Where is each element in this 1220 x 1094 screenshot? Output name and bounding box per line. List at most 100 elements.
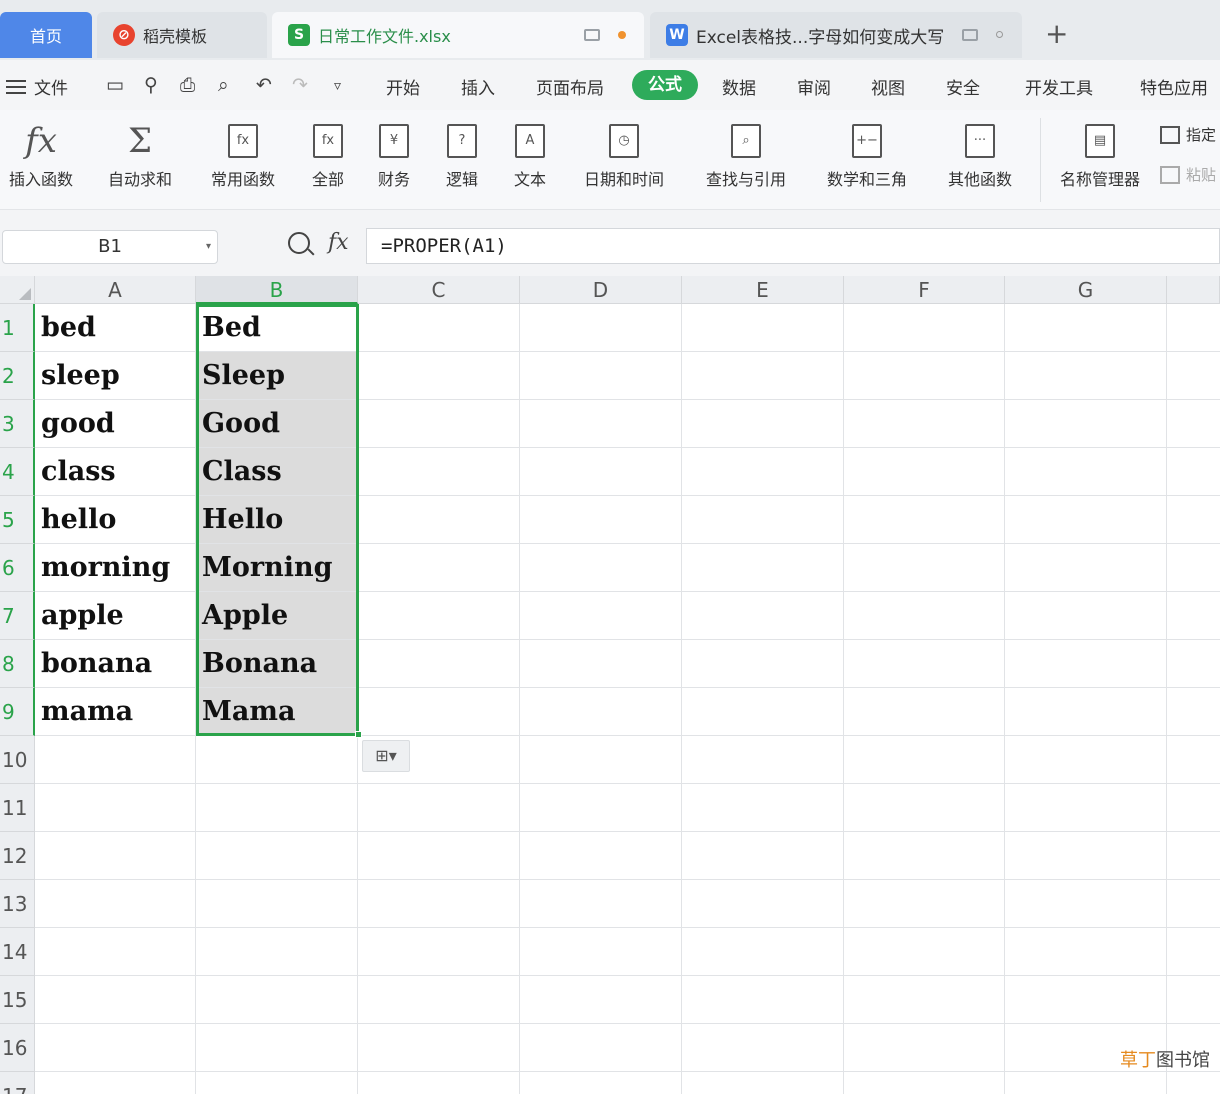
row-header-11[interactable]: 11 (0, 784, 35, 832)
column-header-g[interactable]: G (1005, 276, 1167, 304)
table-icon (1160, 125, 1180, 144)
menu-security[interactable]: 安全 (946, 74, 980, 99)
financial-button[interactable]: ¥ 财务 (368, 118, 420, 200)
row-header-15[interactable]: 15 (0, 976, 35, 1024)
undo-icon[interactable]: ↶ (256, 74, 272, 96)
row-header-10[interactable]: 10 (0, 736, 35, 784)
spreadsheet-grid[interactable]: ABCDEFG1234567891011121314151617bedsleep… (0, 276, 1220, 1094)
logical-button[interactable]: ? 逻辑 (436, 118, 488, 200)
fill-handle[interactable] (355, 731, 362, 738)
lookup-reference-button[interactable]: ⌕ 查找与引用 (694, 118, 798, 200)
row-header-8[interactable]: 8 (0, 640, 35, 688)
specify-button[interactable]: 指定 (1160, 124, 1216, 145)
column-header-f[interactable]: F (844, 276, 1005, 304)
date-time-button[interactable]: ◷ 日期和时间 (572, 118, 676, 200)
menu-developer-tools[interactable]: 开发工具 (1025, 74, 1093, 99)
redo-icon[interactable]: ↷ (292, 74, 308, 96)
new-tab-button[interactable]: + (1045, 20, 1068, 48)
customize-dropdown-icon[interactable]: ▿ (334, 78, 341, 94)
row-gridline (35, 783, 1220, 784)
cell-a2[interactable]: sleep (35, 352, 195, 399)
spreadsheet-icon: S (288, 24, 310, 46)
row-header-5[interactable]: 5 (0, 496, 35, 544)
monitor-icon[interactable] (584, 29, 600, 41)
column-header-a[interactable]: A (35, 276, 196, 304)
tab-home[interactable]: 首页 (0, 12, 92, 58)
tab-excel-tips[interactable]: W Excel表格技...字母如何变成大写 (650, 12, 1022, 58)
autosum-button[interactable]: Σ 自动求和 (96, 118, 184, 200)
paste-label: 粘贴 (1186, 166, 1217, 184)
print-preview-icon[interactable]: ⌕ (218, 74, 229, 96)
menu-review[interactable]: 审阅 (797, 74, 831, 99)
menu-insert[interactable]: 插入 (461, 74, 495, 99)
menu-start[interactable]: 开始 (386, 74, 420, 99)
row-header-2[interactable]: 2 (0, 352, 35, 400)
select-all-corner[interactable] (0, 276, 35, 304)
lookup-icon: ⌕ (731, 124, 761, 158)
cell-a9[interactable]: mama (35, 688, 195, 735)
menu-data[interactable]: 数据 (722, 74, 756, 99)
daoke-logo-icon: ⊘ (113, 24, 135, 46)
name-manager-button[interactable]: ▤ 名称管理器 (1052, 118, 1148, 200)
hamburger-icon (6, 79, 26, 94)
clock-icon: ◷ (609, 124, 639, 158)
close-dot-icon[interactable] (996, 31, 1003, 38)
text-button[interactable]: A 文本 (504, 118, 556, 200)
row-header-14[interactable]: 14 (0, 928, 35, 976)
tab-daoke-templates[interactable]: ⊘ 稻壳模板 (97, 12, 267, 58)
menu-page-layout[interactable]: 页面布局 (536, 74, 604, 99)
column-header-c[interactable]: C (358, 276, 520, 304)
paste-options-button[interactable]: ⊞▾ (362, 740, 410, 772)
tab-daily-work-file[interactable]: S 日常工作文件.xlsx (272, 12, 644, 58)
column-header-e[interactable]: E (682, 276, 844, 304)
row-header-3[interactable]: 3 (0, 400, 35, 448)
insert-function-button[interactable]: fx 插入函数 (0, 118, 82, 200)
other-functions-button[interactable]: ··· 其他函数 (936, 118, 1024, 200)
save-icon[interactable]: ▭ (106, 74, 124, 96)
row-header-17[interactable]: 17 (0, 1072, 35, 1094)
row-gridline (35, 1023, 1220, 1024)
row-header-6[interactable]: 6 (0, 544, 35, 592)
cell-a3[interactable]: good (35, 400, 195, 447)
column-header-b[interactable]: B (196, 276, 358, 304)
formula-input[interactable]: =PROPER(A1) (366, 228, 1220, 264)
menu-special-apps[interactable]: 特色应用 (1140, 74, 1208, 99)
menu-view[interactable]: 视图 (871, 74, 905, 99)
column-gridline (681, 304, 682, 1094)
row-header-7[interactable]: 7 (0, 592, 35, 640)
file-menu-button[interactable]: 文件 (6, 74, 68, 99)
paste-button[interactable]: 粘贴 (1160, 164, 1216, 185)
zoom-icon[interactable] (288, 232, 310, 254)
common-functions-button[interactable]: fx 常用函数 (200, 118, 286, 200)
cell-a7[interactable]: apple (35, 592, 195, 639)
tab-home-label: 首页 (29, 27, 62, 46)
format-painter-icon[interactable]: ⚲ (144, 74, 158, 96)
chevron-down-icon[interactable]: ▾ (206, 231, 211, 263)
watermark: 草丁图书馆 (1120, 1046, 1210, 1072)
row-header-9[interactable]: 9 (0, 688, 35, 736)
all-functions-button[interactable]: fx 全部 (302, 118, 354, 200)
question-icon: ? (447, 124, 477, 158)
row-header-12[interactable]: 12 (0, 832, 35, 880)
paste-icon (1160, 165, 1180, 184)
name-box[interactable]: B1 ▾ (2, 230, 218, 264)
formula-bar: B1 ▾ fx =PROPER(A1) (0, 210, 1220, 276)
fx-icon[interactable]: fx (328, 230, 349, 255)
cell-a4[interactable]: class (35, 448, 195, 495)
monitor-icon[interactable] (962, 29, 978, 41)
cell-a5[interactable]: hello (35, 496, 195, 543)
row-header-4[interactable]: 4 (0, 448, 35, 496)
cell-a8[interactable]: bonana (35, 640, 195, 687)
cell-a1[interactable]: bed (35, 304, 195, 351)
cell-a6[interactable]: morning (35, 544, 195, 591)
row-header-13[interactable]: 13 (0, 880, 35, 928)
print-icon[interactable]: ⎙ (180, 74, 195, 96)
menu-formula[interactable]: 公式 (632, 70, 698, 100)
row-gridline (35, 879, 1220, 880)
row-header-1[interactable]: 1 (0, 304, 35, 352)
row-header-16[interactable]: 16 (0, 1024, 35, 1072)
column-header-d[interactable]: D (520, 276, 682, 304)
watermark-part1: 草丁 (1120, 1050, 1156, 1071)
date-time-label: 日期和时间 (583, 170, 664, 189)
math-trig-button[interactable]: +− 数学和三角 (814, 118, 920, 200)
